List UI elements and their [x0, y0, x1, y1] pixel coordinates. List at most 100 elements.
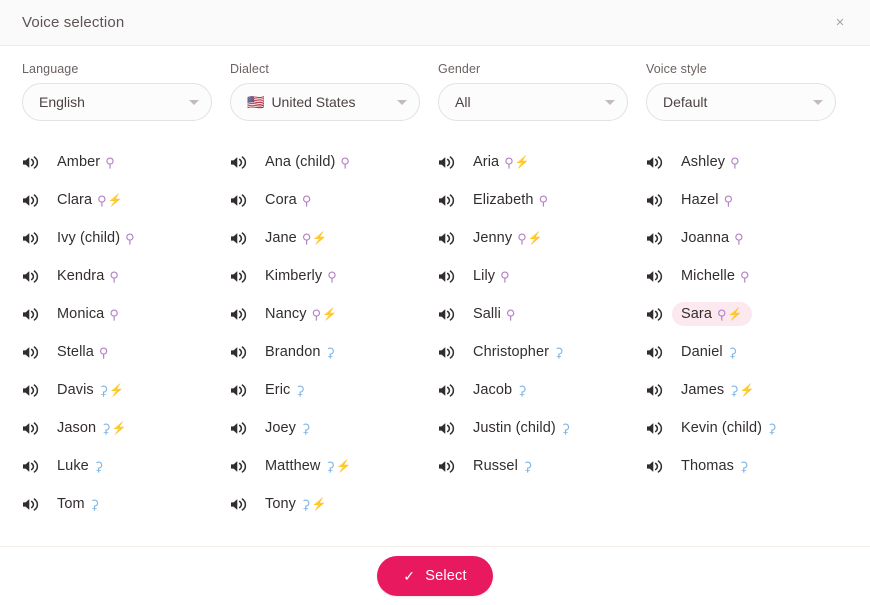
- speaker-icon[interactable]: [230, 345, 256, 360]
- speaker-icon[interactable]: [22, 383, 48, 398]
- speaker-icon[interactable]: [438, 155, 464, 170]
- speaker-icon[interactable]: [438, 383, 464, 398]
- voice-option[interactable]: Lily ⚲: [464, 264, 519, 288]
- filter-dialect-select[interactable]: 🇺🇸 United States: [230, 83, 420, 121]
- list-item[interactable]: Luke ⚳: [22, 447, 230, 485]
- voice-option[interactable]: Justin (child) ⚳: [464, 416, 579, 440]
- list-item[interactable]: Aria ⚲ ⚡: [438, 143, 646, 181]
- list-item[interactable]: Amber ⚲: [22, 143, 230, 181]
- list-item[interactable]: James ⚳ ⚡: [646, 371, 854, 409]
- speaker-icon[interactable]: [230, 155, 256, 170]
- list-item[interactable]: Tom ⚳: [22, 485, 230, 523]
- voice-option[interactable]: Davis ⚳ ⚡: [48, 378, 133, 402]
- speaker-icon[interactable]: [646, 345, 672, 360]
- voice-option[interactable]: Elizabeth ⚲: [464, 188, 557, 212]
- voice-option[interactable]: Joey ⚳: [256, 416, 320, 440]
- speaker-icon[interactable]: [22, 459, 48, 474]
- voice-option[interactable]: Clara ⚲ ⚡: [48, 188, 132, 212]
- list-item[interactable]: Christopher ⚳: [438, 333, 646, 371]
- voice-option[interactable]: Hazel ⚲: [672, 188, 742, 212]
- speaker-icon[interactable]: [438, 421, 464, 436]
- list-item[interactable]: Thomas ⚳: [646, 447, 854, 485]
- speaker-icon[interactable]: [22, 193, 48, 208]
- list-item[interactable]: Ivy (child) ⚲: [22, 219, 230, 257]
- voice-option[interactable]: Jenny ⚲ ⚡: [464, 226, 552, 250]
- filter-voice-style-select[interactable]: Default: [646, 83, 836, 121]
- voice-option[interactable]: Nancy ⚲ ⚡: [256, 302, 346, 326]
- speaker-icon[interactable]: [646, 231, 672, 246]
- voice-option[interactable]: Jason ⚳ ⚡: [48, 416, 136, 440]
- voice-option[interactable]: Amber ⚲: [48, 150, 124, 174]
- list-item[interactable]: Ashley ⚲: [646, 143, 854, 181]
- voice-option[interactable]: Christopher ⚳: [464, 340, 573, 364]
- list-item[interactable]: Tony ⚳ ⚡: [230, 485, 438, 523]
- speaker-icon[interactable]: [22, 231, 48, 246]
- speaker-icon[interactable]: [230, 421, 256, 436]
- speaker-icon[interactable]: [438, 193, 464, 208]
- list-item[interactable]: Davis ⚳ ⚡: [22, 371, 230, 409]
- speaker-icon[interactable]: [438, 269, 464, 284]
- voice-option[interactable]: Ana (child) ⚲: [256, 150, 359, 174]
- list-item[interactable]: Daniel ⚳: [646, 333, 854, 371]
- voice-option[interactable]: Russel ⚳: [464, 454, 541, 478]
- list-item[interactable]: Ana (child) ⚲: [230, 143, 438, 181]
- voice-option[interactable]: Thomas ⚳: [672, 454, 758, 478]
- list-item[interactable]: Kimberly ⚲: [230, 257, 438, 295]
- speaker-icon[interactable]: [646, 269, 672, 284]
- speaker-icon[interactable]: [438, 345, 464, 360]
- list-item[interactable]: Clara ⚲ ⚡: [22, 181, 230, 219]
- voice-option[interactable]: Ivy (child) ⚲: [48, 226, 144, 250]
- voice-option[interactable]: Kendra ⚲: [48, 264, 128, 288]
- list-item[interactable]: Brandon ⚳: [230, 333, 438, 371]
- voice-option[interactable]: Monica ⚲: [48, 302, 128, 326]
- voice-option-selected[interactable]: Sara ⚲ ⚡: [672, 302, 752, 326]
- voice-option[interactable]: Aria ⚲ ⚡: [464, 150, 539, 174]
- speaker-icon[interactable]: [230, 307, 256, 322]
- list-item[interactable]: Jason ⚳ ⚡: [22, 409, 230, 447]
- voice-option[interactable]: Salli ⚲: [464, 302, 524, 326]
- list-item[interactable]: Lily ⚲: [438, 257, 646, 295]
- list-item[interactable]: Justin (child) ⚳: [438, 409, 646, 447]
- select-button[interactable]: ✓ Select: [377, 556, 493, 596]
- speaker-icon[interactable]: [646, 307, 672, 322]
- list-item[interactable]: Hazel ⚲: [646, 181, 854, 219]
- speaker-icon[interactable]: [646, 155, 672, 170]
- list-item[interactable]: Jane ⚲ ⚡: [230, 219, 438, 257]
- speaker-icon[interactable]: [438, 307, 464, 322]
- list-item[interactable]: Nancy ⚲ ⚡: [230, 295, 438, 333]
- voice-option[interactable]: Daniel ⚳: [672, 340, 746, 364]
- list-item[interactable]: Sara ⚲ ⚡: [646, 295, 854, 333]
- voice-option[interactable]: Kevin (child) ⚳: [672, 416, 786, 440]
- speaker-icon[interactable]: [230, 383, 256, 398]
- list-item[interactable]: Elizabeth ⚲: [438, 181, 646, 219]
- speaker-icon[interactable]: [22, 497, 48, 512]
- speaker-icon[interactable]: [22, 155, 48, 170]
- voice-option[interactable]: Jane ⚲ ⚡: [256, 226, 336, 250]
- voice-option[interactable]: Tom ⚳: [48, 492, 108, 516]
- list-item[interactable]: Salli ⚲: [438, 295, 646, 333]
- filter-language-select[interactable]: English: [22, 83, 212, 121]
- speaker-icon[interactable]: [22, 345, 48, 360]
- list-item[interactable]: Monica ⚲: [22, 295, 230, 333]
- list-item[interactable]: Cora ⚲: [230, 181, 438, 219]
- voice-option[interactable]: Cora ⚲: [256, 188, 320, 212]
- voice-option[interactable]: James ⚳ ⚡: [672, 378, 764, 402]
- speaker-icon[interactable]: [22, 307, 48, 322]
- voice-option[interactable]: Luke ⚳: [48, 454, 112, 478]
- speaker-icon[interactable]: [230, 193, 256, 208]
- voice-option[interactable]: Brandon ⚳: [256, 340, 344, 364]
- speaker-icon[interactable]: [230, 231, 256, 246]
- speaker-icon[interactable]: [646, 459, 672, 474]
- speaker-icon[interactable]: [646, 421, 672, 436]
- voice-option[interactable]: Jacob ⚳: [464, 378, 536, 402]
- list-item[interactable]: Eric ⚳: [230, 371, 438, 409]
- speaker-icon[interactable]: [646, 193, 672, 208]
- voice-option[interactable]: Michelle ⚲: [672, 264, 759, 288]
- close-icon[interactable]: ×: [828, 11, 852, 35]
- speaker-icon[interactable]: [646, 383, 672, 398]
- speaker-icon[interactable]: [230, 497, 256, 512]
- speaker-icon[interactable]: [230, 269, 256, 284]
- voice-option[interactable]: Eric ⚳: [256, 378, 314, 402]
- list-item[interactable]: Stella ⚲: [22, 333, 230, 371]
- voice-option[interactable]: Ashley ⚲: [672, 150, 749, 174]
